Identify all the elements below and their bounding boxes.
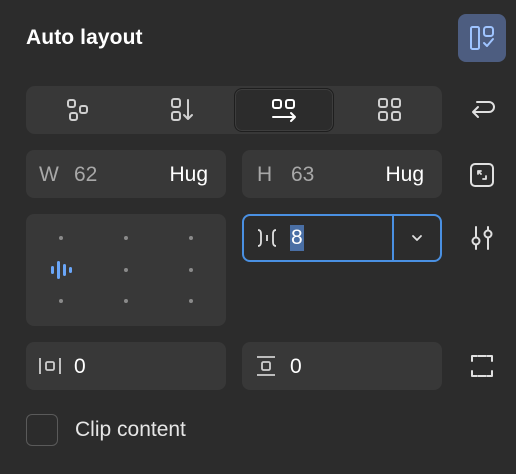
- horizontal-padding-field[interactable]: 0: [26, 342, 226, 390]
- align-top-center-dot[interactable]: [124, 236, 128, 240]
- panel-title: Auto layout: [26, 26, 143, 49]
- height-label: H: [257, 163, 273, 186]
- clip-frame-icon: [471, 355, 493, 377]
- width-value[interactable]: 62: [74, 163, 97, 187]
- direction-horizontal-option[interactable]: [234, 88, 334, 132]
- freeform-icon: [67, 99, 88, 121]
- height-mode[interactable]: Hug: [385, 163, 424, 187]
- align-middle-right-dot[interactable]: [189, 268, 193, 272]
- width-mode[interactable]: Hug: [169, 163, 208, 187]
- direction-vertical-option[interactable]: [132, 88, 232, 132]
- height-field[interactable]: H 63 Hug: [242, 150, 442, 198]
- vertical-padding-field[interactable]: 0: [242, 342, 442, 390]
- wrap-grid-icon: [378, 98, 401, 121]
- vertical-layout-icon: [171, 98, 193, 121]
- width-field[interactable]: W 62 Hug: [26, 150, 226, 198]
- align-top-right-dot[interactable]: [189, 236, 193, 240]
- gap-dropdown-button[interactable]: [394, 216, 440, 260]
- settings-sliders-icon: [471, 226, 493, 250]
- advanced-settings-button[interactable]: [466, 222, 498, 254]
- width-label: W: [39, 163, 59, 186]
- wrap-button[interactable]: [466, 96, 498, 124]
- gap-value[interactable]: 8: [290, 225, 304, 251]
- gap-icon: [257, 229, 277, 247]
- horizontal-padding-value[interactable]: 0: [74, 355, 86, 379]
- wrap-icon: [472, 101, 495, 118]
- vertical-padding-icon: [257, 356, 275, 376]
- direction-freeform-option[interactable]: [28, 88, 128, 132]
- layout-toggle-button[interactable]: [458, 14, 506, 62]
- direction-segmented-control: [26, 86, 442, 134]
- align-top-left-dot[interactable]: [59, 236, 63, 240]
- vertical-padding-value[interactable]: 0: [290, 355, 302, 379]
- align-bottom-right-dot[interactable]: [189, 299, 193, 303]
- align-middle-left-icon[interactable]: [49, 258, 73, 282]
- direction-wrap-option[interactable]: [340, 88, 440, 132]
- layout-toggle-icon: [470, 26, 494, 50]
- individual-padding-button[interactable]: [466, 350, 498, 382]
- gap-field[interactable]: 8: [242, 214, 442, 262]
- horizontal-padding-icon: [39, 358, 61, 374]
- align-bottom-left-dot[interactable]: [59, 299, 63, 303]
- resize-button[interactable]: [466, 159, 498, 191]
- horizontal-layout-icon: [272, 99, 296, 122]
- chevron-down-icon: [412, 235, 422, 241]
- clip-content-label[interactable]: Clip content: [75, 418, 186, 442]
- align-bottom-center-dot[interactable]: [124, 299, 128, 303]
- align-middle-center-dot[interactable]: [124, 268, 128, 272]
- clip-content-checkbox[interactable]: [26, 414, 58, 446]
- height-value[interactable]: 63: [291, 163, 314, 187]
- resize-icon: [470, 163, 494, 187]
- alignment-grid[interactable]: [26, 214, 226, 326]
